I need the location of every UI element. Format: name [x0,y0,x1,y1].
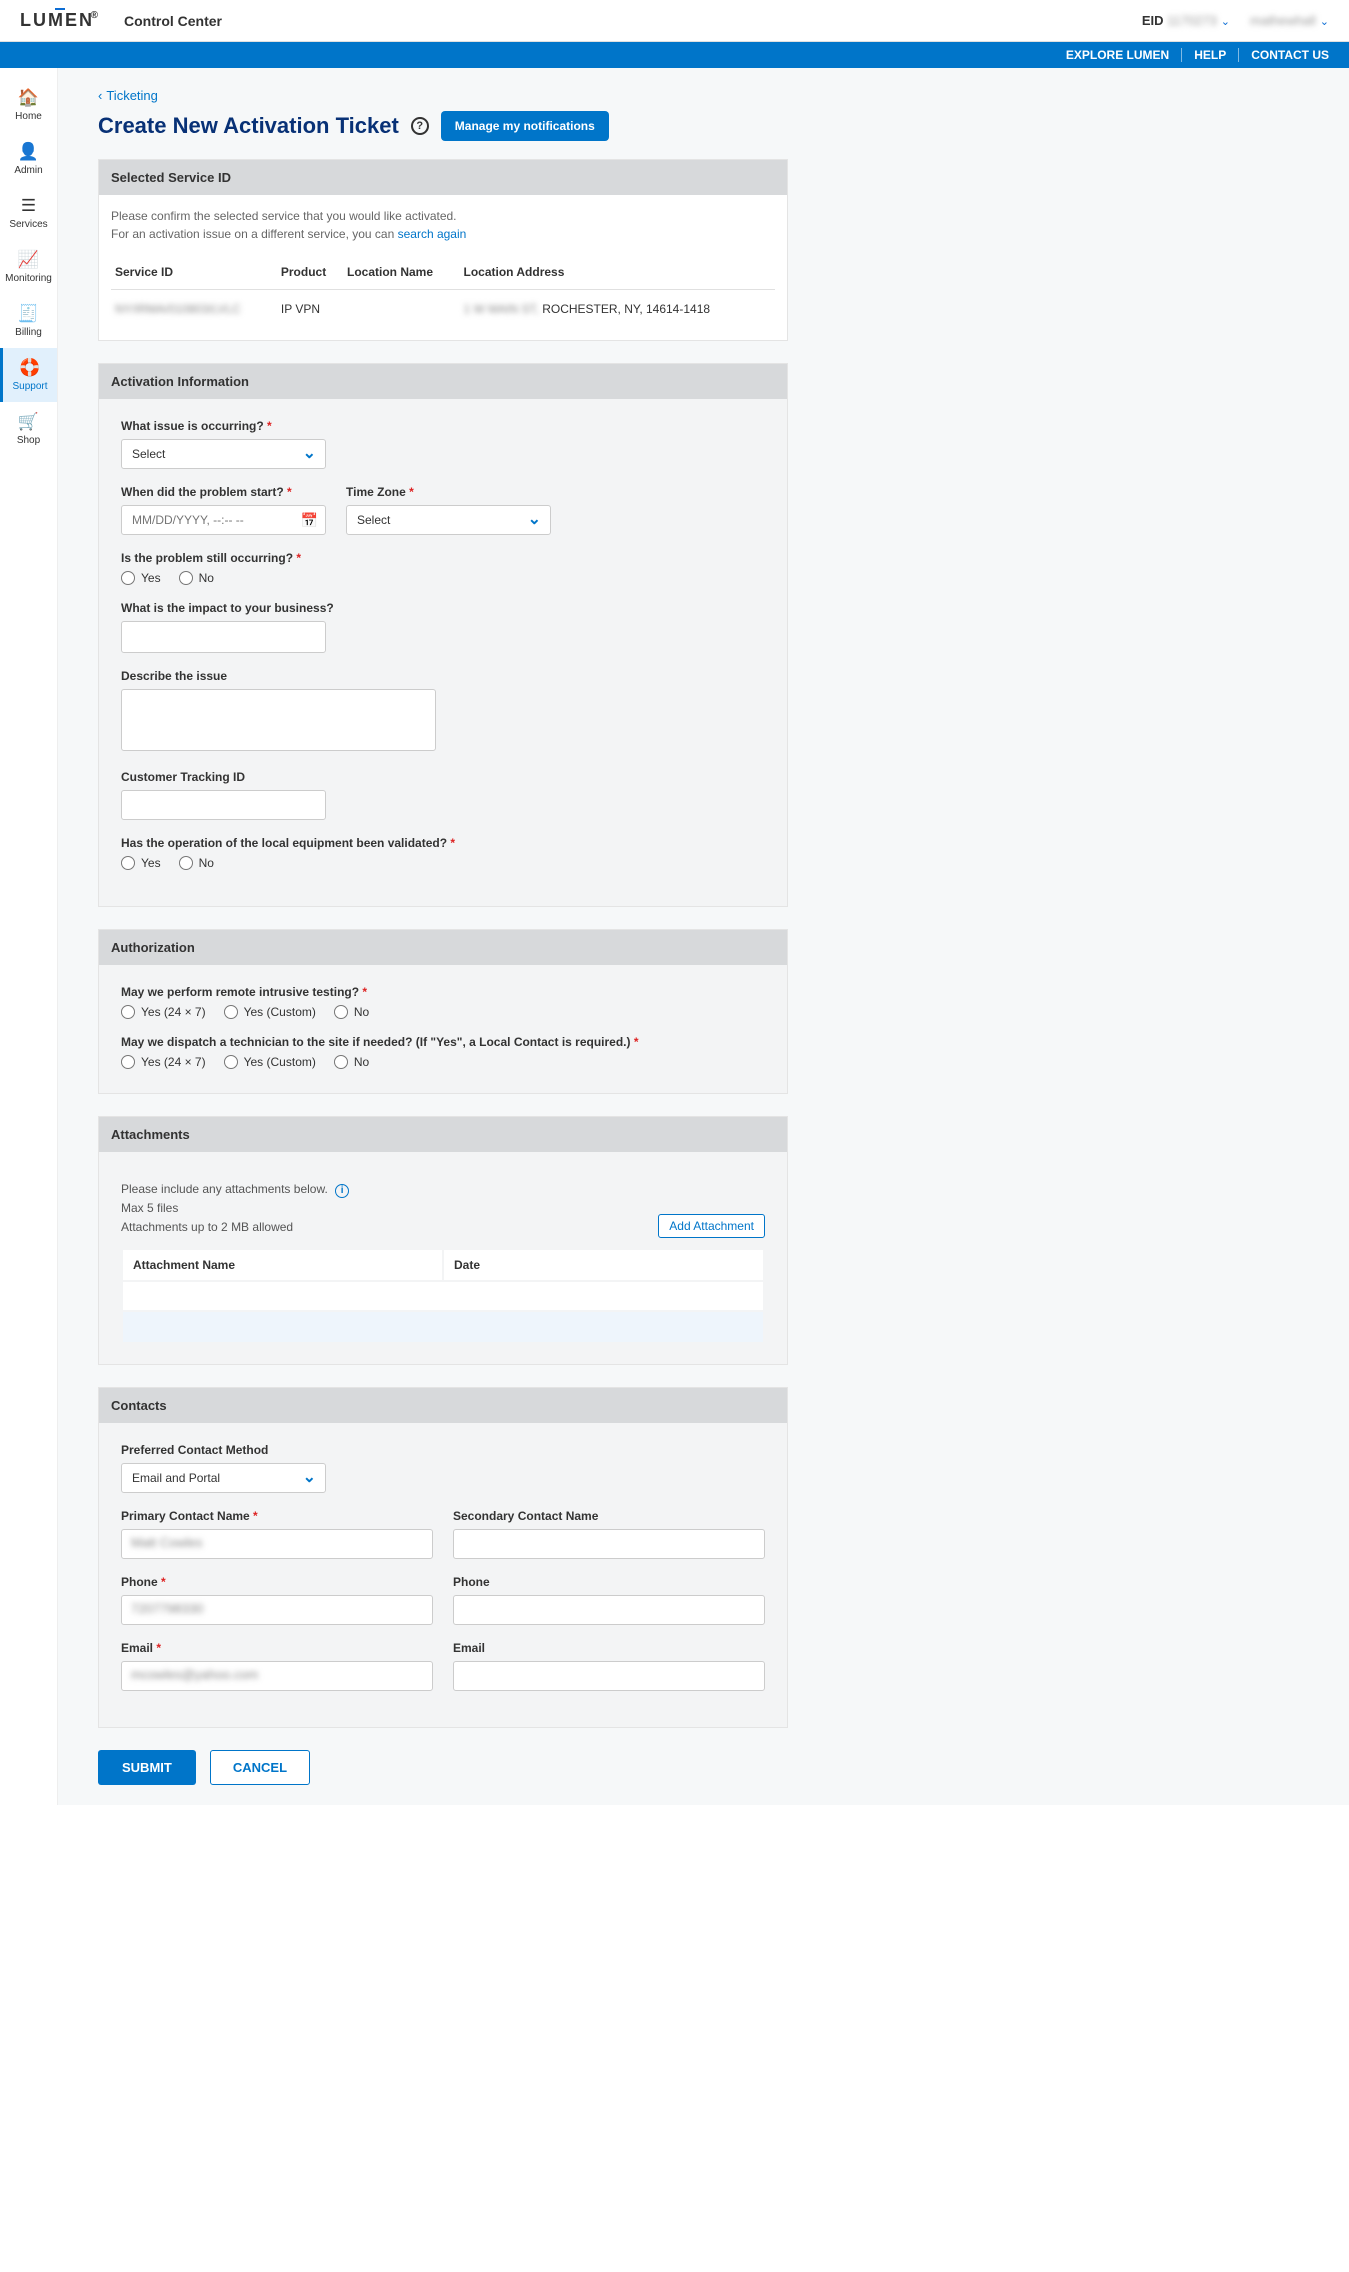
document-icon: 🧾 [2,304,55,324]
authorization-panel: Authorization May we perform remote intr… [98,929,788,1094]
issue-select[interactable]: Select [121,439,326,469]
contact-method-select[interactable]: Email and Portal [121,1463,326,1493]
app-title: Control Center [124,13,222,29]
panel-header: Activation Information [99,364,787,399]
form-actions: SUBMIT CANCEL [98,1750,788,1785]
table-row: NY/IRMA/010803/LVLC IP VPN 1 W MAIN ST, … [111,290,775,329]
still-yes-radio[interactable]: Yes [121,571,161,585]
secondary-phone-input[interactable] [453,1595,765,1625]
search-again-link[interactable]: search again [398,227,467,241]
contacts-panel: Contacts Preferred Contact Method Email … [98,1387,788,1728]
panel-header: Authorization [99,930,787,965]
hint-text: Please confirm the selected service that… [111,207,775,243]
sidebar-item-services[interactable]: ☰Services [0,186,57,240]
panel-header: Contacts [99,1388,787,1423]
sidebar-item-admin[interactable]: 👤Admin [0,132,57,186]
submit-button[interactable]: SUBMIT [98,1750,196,1785]
panel-header: Attachments [99,1117,787,1152]
dispatch-yescustom-radio[interactable]: Yes (Custom) [224,1055,316,1069]
secondary-name-label: Secondary Contact Name [453,1509,765,1523]
help-link[interactable]: HELP [1182,48,1239,62]
sidebar-item-billing[interactable]: 🧾Billing [0,294,57,348]
manage-notifications-button[interactable]: Manage my notifications [441,111,609,141]
remote-testing-label: May we perform remote intrusive testing? [121,985,765,999]
activity-icon: 📈 [2,250,55,270]
breadcrumb[interactable]: ‹Ticketing [98,88,788,103]
validated-no-radio[interactable]: No [179,856,214,870]
panel-header: Selected Service ID [99,160,787,195]
tz-label: Time Zone [346,485,551,499]
add-attachment-button[interactable]: Add Attachment [658,1214,765,1238]
page-title: Create New Activation Ticket [98,113,399,139]
primary-phone-label: Phone [121,1575,433,1589]
chevron-down-icon: ⌄ [1320,16,1329,28]
issue-label: What issue is occurring? [121,419,765,433]
selected-service-panel: Selected Service ID Please confirm the s… [98,159,788,341]
sidebar-item-monitoring[interactable]: 📈Monitoring [0,240,57,294]
when-label: When did the problem start? [121,485,326,499]
cart-icon: 🛒 [2,412,55,432]
attachments-hint: Please include any attachments below. i … [121,1180,349,1238]
list-icon: ☰ [2,196,55,216]
user-circle-icon: 👤 [2,142,55,162]
primary-email-label: Email [121,1641,433,1655]
problem-start-input[interactable] [121,505,326,535]
chevron-left-icon: ‹ [98,88,102,103]
primary-name-label: Primary Contact Name [121,1509,433,1523]
dispatch-label: May we dispatch a technician to the site… [121,1035,765,1049]
timezone-select[interactable]: Select [346,505,551,535]
describe-textarea[interactable] [121,689,436,751]
describe-label: Describe the issue [121,669,765,683]
validated-label: Has the operation of the local equipment… [121,836,765,850]
tracking-label: Customer Tracking ID [121,770,765,784]
impact-label: What is the impact to your business? [121,601,765,615]
global-nav-bar: EXPLORE LUMEN HELP CONTACT US [0,42,1349,68]
secondary-email-label: Email [453,1641,765,1655]
impact-input[interactable] [121,621,326,653]
secondary-email-input[interactable] [453,1661,765,1691]
validated-yes-radio[interactable]: Yes [121,856,161,870]
sidebar-item-shop[interactable]: 🛒Shop [0,402,57,456]
remote-yescustom-radio[interactable]: Yes (Custom) [224,1005,316,1019]
info-icon[interactable]: i [335,1184,349,1198]
remote-yes247-radio[interactable]: Yes (24 × 7) [121,1005,206,1019]
service-table: Service ID Product Location Name Locatio… [111,255,775,328]
still-occurring-label: Is the problem still occurring? [121,551,765,565]
user-dropdown[interactable]: mathewhall⌄ [1250,13,1329,28]
activation-info-panel: Activation Information What issue is occ… [98,363,788,907]
cancel-button[interactable]: CANCEL [210,1750,310,1785]
home-icon: 🏠 [2,88,55,108]
contact-us-link[interactable]: CONTACT US [1239,48,1329,62]
dispatch-yes247-radio[interactable]: Yes (24 × 7) [121,1055,206,1069]
chevron-down-icon: ⌄ [1221,16,1230,28]
sidebar-item-home[interactable]: 🏠Home [0,78,57,132]
dispatch-no-radio[interactable]: No [334,1055,369,1069]
sidebar: 🏠Home 👤Admin ☰Services 📈Monitoring 🧾Bill… [0,68,58,1805]
still-no-radio[interactable]: No [179,571,214,585]
attachments-table: Attachment Name Date [121,1248,765,1344]
help-icon[interactable]: ? [411,117,429,135]
top-header: LUMEN® Control Center EID 1170273⌄ mathe… [0,0,1349,42]
sidebar-item-support[interactable]: 🛟Support [0,348,57,402]
attachments-panel: Attachments Please include any attachmen… [98,1116,788,1365]
remote-no-radio[interactable]: No [334,1005,369,1019]
secondary-name-input[interactable] [453,1529,765,1559]
secondary-phone-label: Phone [453,1575,765,1589]
tracking-input[interactable] [121,790,326,820]
lumen-logo: LUMEN® [20,10,94,31]
support-icon: 🛟 [5,358,55,378]
contact-method-label: Preferred Contact Method [121,1443,765,1457]
explore-lumen-link[interactable]: EXPLORE LUMEN [1054,48,1182,62]
eid-dropdown[interactable]: EID 1170273⌄ [1142,13,1230,28]
